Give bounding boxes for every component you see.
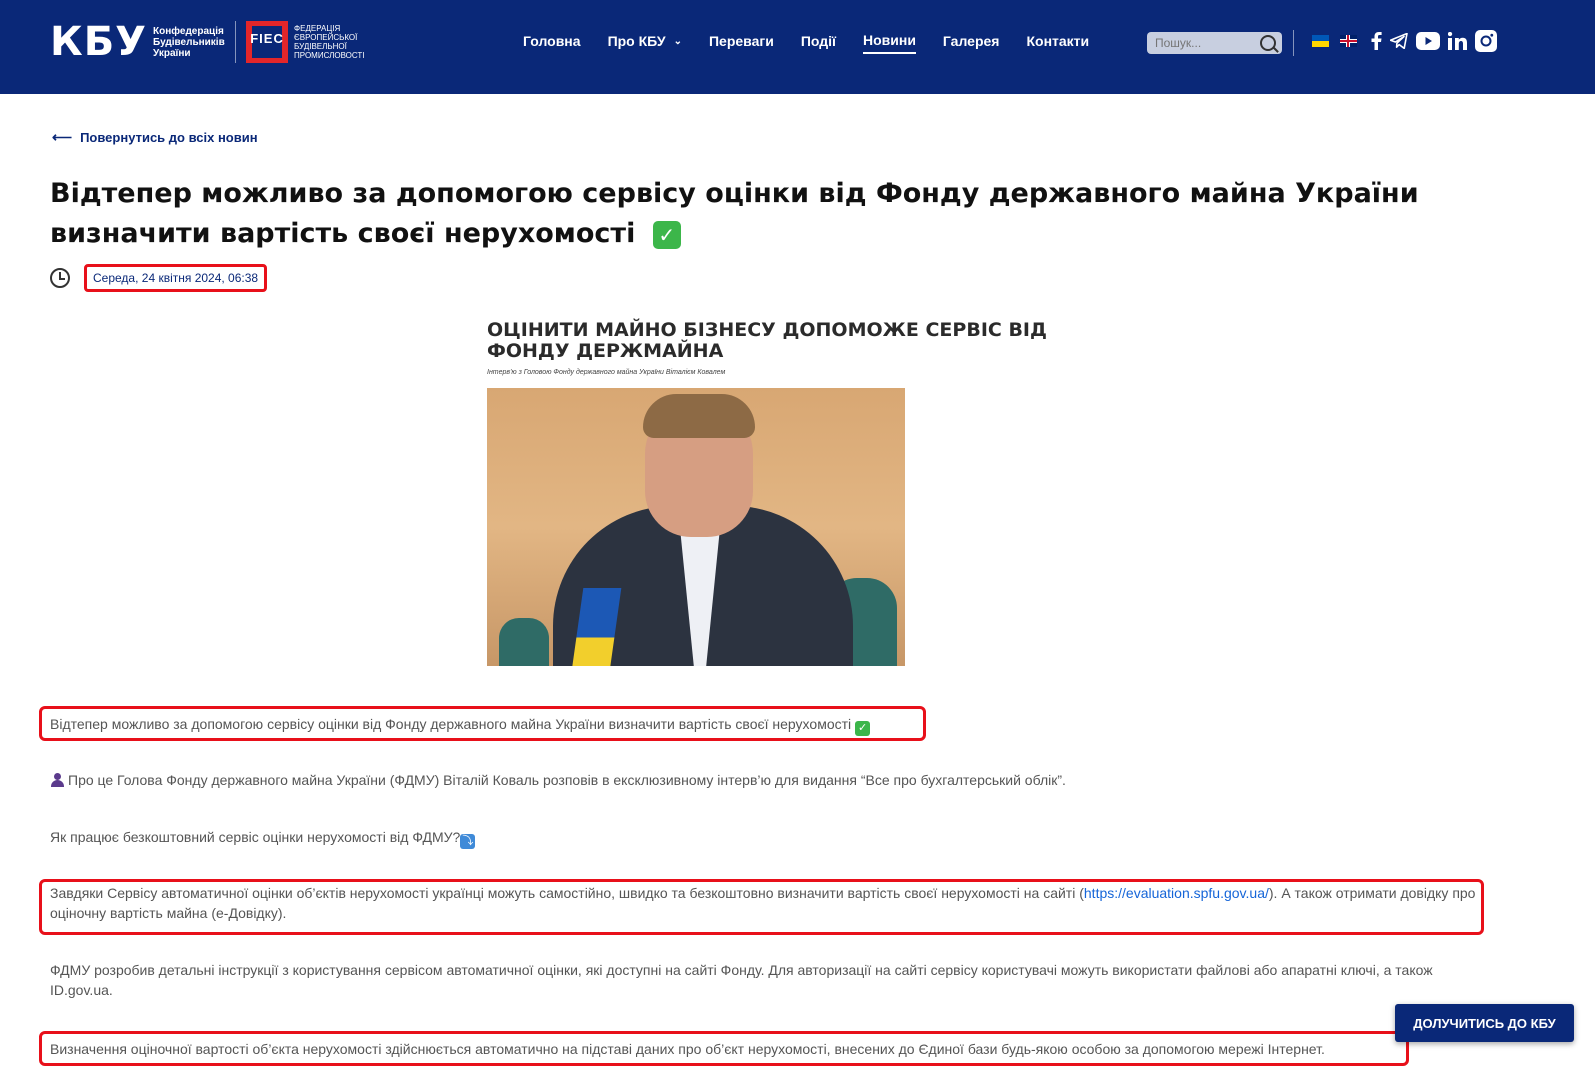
arrow-down-icon: ⤵ [460,834,476,849]
logo[interactable]: КБУ Конфедерація Будівельників України F… [50,20,366,64]
kbu-logo-subtitle: Конфедерація Будівельників України [153,25,225,59]
paragraph-service-text-1: Завдяки Сервісу автоматичної оцінки об’є… [50,885,1084,901]
nav-item-news[interactable]: Новини [862,32,916,54]
nav-item-benefits[interactable]: Переваги [709,32,774,54]
search-icon[interactable] [1260,35,1276,51]
social-links [1371,30,1505,52]
paragraph-question-text: Як працює безкоштовний сервіс оцінки нер… [50,829,461,845]
fiec-logo-icon: FIEC [246,21,289,63]
nav-item-home[interactable]: Головна [523,32,581,54]
article-image: ОЦІНИТИ МАЙНО БІЗНЕСУ ДОПОМОЖЕ СЕРВІС ВІ… [487,320,1077,672]
article-title: Відтепер можливо за допомогою сервісу оц… [50,174,1520,254]
header-divider [1293,30,1294,56]
image-caption: Інтерв'ю з Головою Фонду державного майн… [487,369,726,376]
paragraph-valuation: Визначення оціночної вартості об’єкта не… [50,1039,1325,1059]
logo-divider [235,21,237,63]
back-link-label: Повернутись до всіх новин [80,130,258,145]
check-mark-icon: ✓ [652,220,681,249]
facebook-icon[interactable] [1371,32,1382,50]
article-date-row: Середа, 24 квітня 2024, 06:38 [50,264,268,292]
ukraine-flag-icon[interactable] [1312,35,1329,47]
linkedin-icon[interactable] [1448,32,1467,50]
join-kbu-button[interactable]: ДОЛУЧИТИСЬ ДО КБУ [1395,1004,1574,1042]
paragraph-intro: Відтепер можливо за допомогою сервісу оц… [50,714,871,736]
paragraph-source-text: Про це Голова Фонду державного майна Укр… [68,772,1066,788]
paragraph-question: Як працює безкоштовний сервіс оцінки нер… [50,827,476,849]
back-to-news-link[interactable]: ⟵ Повернутись до всіх новин [52,129,258,146]
site-header: КБУ Конфедерація Будівельників України F… [0,0,1595,94]
paragraph-source: Про це Голова Фонду державного майна Укр… [50,770,1066,790]
chevron-down-icon: ⌄ [673,35,682,47]
paragraph-instructions: ФДМУ розробив детальні інструкції з кори… [50,960,1480,1000]
paragraph-instructions-text: ФДМУ розробив детальні інструкції з кори… [50,962,1433,998]
youtube-icon[interactable] [1416,32,1440,50]
main-nav: Головна Про КБУ ⌄ Переваги Події Новини Г… [523,32,1116,54]
arrow-left-icon: ⟵ [52,129,73,145]
portrait-photo [487,388,905,666]
paragraph-valuation-text: Визначення оціночної вартості об’єкта не… [50,1041,1325,1057]
search-box [1147,32,1282,54]
nav-item-gallery[interactable]: Галерея [943,32,1000,54]
image-headline: ОЦІНИТИ МАЙНО БІЗНЕСУ ДОПОМОЖЕ СЕРВІС ВІ… [487,319,1047,362]
check-mark-icon: ✓ [855,721,871,736]
fiec-logo-subtitle: ФЕДЕРАЦІЯ ЄВРОПЕЙСЬКОЇ БУДІВЕЛЬНОЇ ПРОМИ… [294,24,365,60]
telegram-icon[interactable] [1390,33,1408,49]
article-date: Середа, 24 квітня 2024, 06:38 [84,264,268,292]
clock-icon [50,268,70,288]
uk-flag-icon[interactable] [1340,35,1357,47]
fiec-logo-text: FIEC [250,31,284,46]
paragraph-service: Завдяки Сервісу автоматичної оцінки об’є… [50,883,1480,923]
kbu-logo-text: КБУ [50,19,148,65]
evaluation-site-link[interactable]: https://evaluation.spfu.gov.ua/ [1084,885,1269,901]
article-title-text: Відтепер можливо за допомогою сервісу оц… [50,178,1419,249]
person-icon [50,773,64,787]
instagram-icon[interactable] [1475,30,1497,52]
nav-item-about-label: Про КБУ [607,33,666,49]
paragraph-intro-text: Відтепер можливо за допомогою сервісу оц… [50,716,852,732]
search-input[interactable] [1147,32,1257,54]
nav-item-contacts[interactable]: Контакти [1026,32,1089,54]
nav-item-about[interactable]: Про КБУ ⌄ [608,32,682,54]
nav-item-events[interactable]: Події [801,32,836,54]
